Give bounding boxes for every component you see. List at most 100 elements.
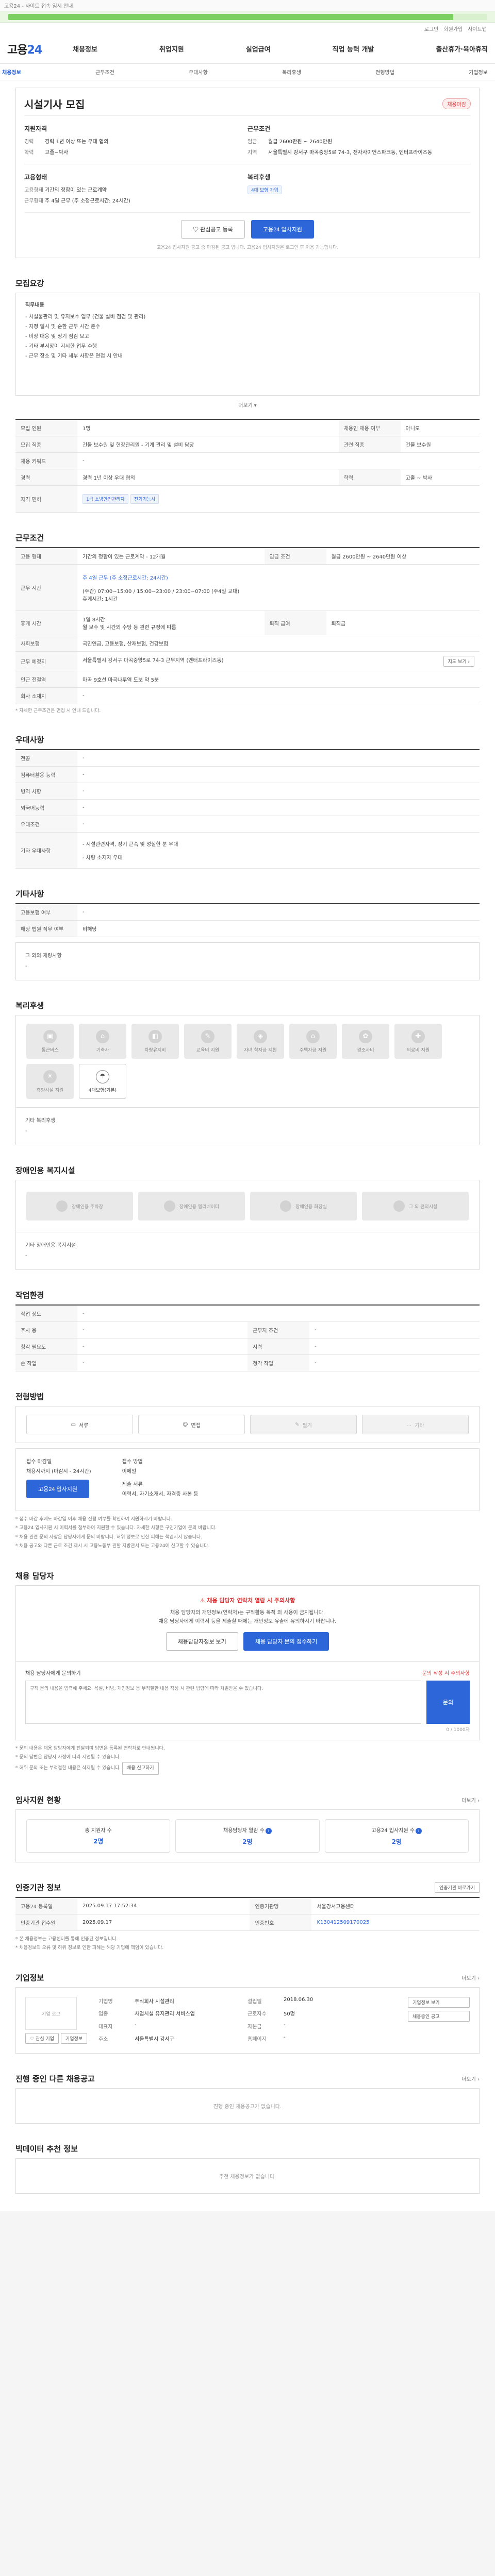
apply-button-2[interactable]: 고용24 입사지원 xyxy=(26,1480,90,1499)
util-login[interactable]: 로그인 xyxy=(424,25,439,32)
chevron-right-icon: › xyxy=(468,659,470,665)
util-signup[interactable]: 회원가입 xyxy=(443,25,463,32)
company-box: 기업 로고 ♡ 관심 기업 기업정보 기업명 주식회사 시설관리 설립일 2018.… xyxy=(15,1987,480,2054)
company-info-button[interactable]: 기업정보 xyxy=(60,2033,88,2044)
company-detail-button[interactable]: 기업정보 보기 xyxy=(408,1997,470,2008)
company-interest-button[interactable]: ♡ 관심 기업 xyxy=(25,2033,59,2044)
selection-steps: ▭ 서류 ☺ 면접 ✎ 필기 … 기타 xyxy=(15,1406,480,1444)
recommend-empty: 추천 채용정보가 없습니다. xyxy=(15,2158,480,2194)
other-extra: 그 외의 재량사항 - xyxy=(15,942,480,981)
step-written: ✎ 필기 xyxy=(250,1415,357,1435)
inquiry-box: 채용 담당자에게 문의하기 문의 작성 시 주의사항 문의 0 / 1000자 xyxy=(15,1661,480,1740)
license-chip: 1급 소방안전관리자 xyxy=(82,494,128,504)
dormitory-icon: ⌂ xyxy=(96,1029,109,1043)
utility-bar: 로그인 회원가입 사이트맵 xyxy=(0,23,495,34)
stats-more-link[interactable]: 더보기 › xyxy=(461,1796,480,1804)
inquiry-caution-link[interactable]: 문의 작성 시 주의사항 xyxy=(422,1669,470,1676)
benefit-tile: ☂ 4대보험(기본) xyxy=(79,1064,126,1099)
progress-fill xyxy=(8,14,453,20)
inquiry-button[interactable]: 채용 담당자 문의 접수하기 xyxy=(243,1632,329,1651)
heart-icon: ♡ xyxy=(193,227,201,233)
benefits-grid: ▣ 통근버스 ⌂ 기숙사 ◧ 차량유지비 ✎ 교육비 지원 ◈ 자녀 학자금 지원 ⌂ 주택자금 지원… xyxy=(15,1015,480,1108)
more-button[interactable]: 더보기 ▾ xyxy=(227,401,268,409)
top-notice-bar: 고용24 - 사이트 접속 임시 안내 xyxy=(0,0,495,11)
interest-button[interactable]: ♡ 관심공고 등록 xyxy=(181,220,245,239)
prefer-section: 우대사항 전공 - 컴퓨터활용 능력 - 병역 사항 - 외국어능력 - 우대조건 - 기… xyxy=(15,715,480,869)
info-icon: i xyxy=(265,1828,272,1835)
report-button[interactable]: 채용 신고하기 xyxy=(122,1761,159,1775)
benefit-tile: ◧ 차량유지비 xyxy=(131,1024,179,1059)
menu-jobs[interactable]: 채용정보 xyxy=(73,44,97,54)
top-notice-text: 고용24 - 사이트 접속 임시 안내 xyxy=(4,4,73,9)
benefit-tile: ✿ 경조사비 xyxy=(342,1024,389,1059)
main-menu: 채용정보 취업지원 실업급여 직업 능력 개발 출산휴가·육아휴직 xyxy=(73,44,488,54)
benefit-label: 휴양시설 지원 xyxy=(36,1088,64,1093)
char-counter: 0 / 1000자 xyxy=(446,1727,470,1733)
menu-unemployment-benefit[interactable]: 실업급여 xyxy=(246,44,271,54)
description-box: 직무내용 - 시설물관리 및 유지보수 업무 (건물 설비 점검 및 관리) -… xyxy=(15,293,480,396)
job-title: 시설기사 모집 xyxy=(24,98,85,111)
insurance-icon: ☂ xyxy=(96,1070,109,1083)
selection-section: 전형방법 ▭ 서류 ☺ 면접 ✎ 필기 … 기타 접수 마감일 채용시까지 (마감시 -… xyxy=(15,1371,480,1550)
apply-button[interactable]: 고용24 입사지원 xyxy=(251,220,314,239)
agency-link-button[interactable]: 인증기관 바로가기 xyxy=(434,1882,480,1893)
tab-preference[interactable]: 우대사항 xyxy=(189,68,208,76)
menu-employment-support[interactable]: 취업지원 xyxy=(159,44,184,54)
other-table: 고용보험 여부 - 해당 법원 직무 여부 비해당 xyxy=(15,903,480,938)
inquiry-submit-button[interactable]: 문의 xyxy=(426,1680,470,1724)
event-icon: ✿ xyxy=(359,1029,372,1043)
chevron-down-icon: ▾ xyxy=(254,403,257,409)
recruit-summary: 지원자격 경력 경력 1년 이상 또는 우대 협의 학력 고졸~박사 xyxy=(24,125,109,156)
car-icon: ◧ xyxy=(148,1029,162,1043)
medical-icon: ✚ xyxy=(411,1029,425,1043)
util-sitemap[interactable]: 사이트맵 xyxy=(468,25,487,32)
benefit-tile: ▣ 통근버스 xyxy=(26,1024,74,1059)
tab-company[interactable]: 기업정보 xyxy=(469,68,488,76)
stat-viewed: 채용담당자 열람 수 i 2명 xyxy=(175,1819,320,1853)
benefit-label: 차량유지비 xyxy=(144,1047,166,1053)
job-info-top: 지원자격 경력 경력 1년 이상 또는 우대 협의 학력 고졸~박사 근무조건 임금… xyxy=(24,115,471,164)
benefit-label: 자녀 학자금 지원 xyxy=(244,1047,277,1053)
logo[interactable]: 고용24 xyxy=(7,41,42,57)
description-section: 모집요강 직무내용 - 시설물관리 및 유지보수 업무 (건물 설비 점검 및 … xyxy=(15,258,480,409)
other-jobs-more-link[interactable]: 더보기 › xyxy=(461,2075,480,2082)
prefer-table: 전공 - 컴퓨터활용 능력 - 병역 사항 - 외국어능력 - 우대조건 - 기타 우대사… xyxy=(15,749,480,869)
tab-selection[interactable]: 전형방법 xyxy=(375,68,394,76)
education-icon: ✎ xyxy=(201,1029,214,1043)
agency-section: 인증기관 정보 인증기관 바로가기 고용24 등록일 2025.09.17 17:… xyxy=(15,1862,480,1953)
benefit-tile: ✚ 의료비 지원 xyxy=(394,1024,442,1059)
tab-recruit[interactable]: 채용정보 xyxy=(2,68,21,76)
global-nav: 고용24 채용정보 취업지원 실업급여 직업 능력 개발 출산휴가·육아휴직 xyxy=(0,34,495,64)
company-more-link[interactable]: 더보기 › xyxy=(461,1974,480,1981)
heart-icon: ♡ xyxy=(30,2037,36,2042)
company-info: 기업명 주식회사 시설관리 설립일 2018.06.30 업종 사업시설 유지관리 서… xyxy=(98,1997,314,2042)
map-button[interactable]: 지도 보기 › xyxy=(443,656,474,667)
toilet-icon xyxy=(280,1200,292,1212)
disability-grid: 장애인용 주차장 장애인용 엘리베이터 장애인용 화장실 그 외 편의시설 xyxy=(15,1180,480,1233)
company-jobs-button[interactable]: 채용중인 공고 xyxy=(408,2011,470,2022)
step-interview: ☺ 면접 xyxy=(138,1415,245,1435)
tab-conditions[interactable]: 근무조건 xyxy=(95,68,114,76)
work-table: 고용 형태 기간의 정함이 있는 근로계약 - 12개월 임금 조건 월급 2600만… xyxy=(15,547,480,704)
agency-table: 고용24 등록일 2025.09.17 17:52:34 인증기관명 서울강서고용센터… xyxy=(15,1897,480,1931)
disability-section: 장애인용 복지시설 장애인용 주차장 장애인용 엘리베이터 장애인용 화장실 그… xyxy=(15,1145,480,1270)
recommend-section: 빅데이터 추천 정보 추천 채용정보가 없습니다. xyxy=(15,2124,480,2194)
etc-icon xyxy=(393,1200,405,1212)
warning-icon: ⚠ xyxy=(200,1597,207,1604)
menu-job-training[interactable]: 직업 능력 개발 xyxy=(333,44,374,54)
stats-section: 입사지원 현황 더보기 › 총 지원자 수 2명 채용담당자 열람 수 i 2명 고용… xyxy=(15,1775,480,1863)
inquiry-input[interactable] xyxy=(25,1680,421,1724)
etc-icon: … xyxy=(406,1421,412,1428)
work-section: 근무조건 고용 형태 기간의 정함이 있는 근로계약 - 12개월 임금 조건 월급 … xyxy=(15,513,480,715)
license-chip: 전기기능사 xyxy=(130,494,159,504)
view-contact-button[interactable]: 채용담당자정보 보기 xyxy=(166,1632,238,1651)
benefit-tile: ⌂ 주택자금 지원 xyxy=(289,1024,337,1059)
benefits-section: 복리후생 ▣ 통근버스 ⌂ 기숙사 ◧ 차량유지비 ✎ 교육비 지원 ◈ 자녀 학자금 지원 ⌂ 주택… xyxy=(15,980,480,1146)
contact-box: ⚠ 채용 담당자 연락처 열람 시 주의사항 채용 담당자의 개인정보(연락처)… xyxy=(15,1585,480,1662)
menu-parental-leave[interactable]: 출산휴가·육아휴직 xyxy=(436,44,488,54)
benefit-label: 의료비 지원 xyxy=(406,1047,430,1053)
stat-applied: 고용24 입사지원 수 i 2명 xyxy=(324,1819,469,1853)
apply-info: 접수 마감일 채용시까지 (마감시 - 24시간) 고용24 입사지원 접수 방… xyxy=(15,1448,480,1512)
disability-etc: 기타 장애인용 복지시설 - xyxy=(15,1232,480,1270)
tab-benefits[interactable]: 복리후생 xyxy=(282,68,301,76)
